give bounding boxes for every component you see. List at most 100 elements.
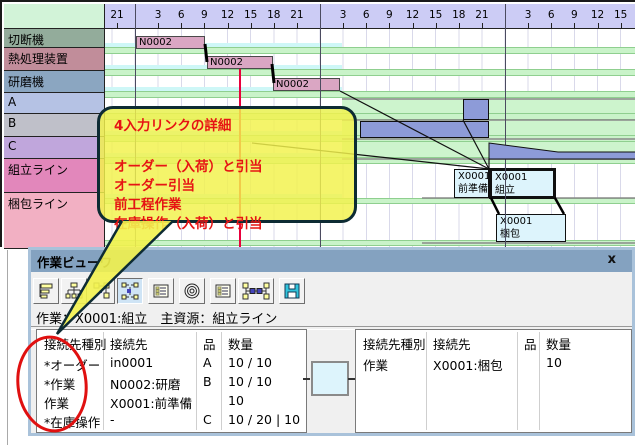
tick-label: 6	[363, 9, 370, 21]
tick-mark	[574, 23, 575, 28]
input-links-table: 接続先種別 接続先 品 数量 *オーダー in0001 A 10 / 10 *作…	[36, 329, 307, 433]
table-row[interactable]: 作業 X0001:前準備 10	[37, 391, 306, 410]
close-icon[interactable]: x	[608, 252, 616, 267]
operation-form-button-2[interactable]	[210, 278, 236, 304]
tick-label: 9	[386, 9, 393, 21]
tick-mark	[436, 23, 437, 28]
org-chart-button[interactable]	[61, 278, 87, 304]
gantt-bar-n0002-grind[interactable]: N0002	[273, 78, 340, 91]
tick-label: 6	[178, 9, 185, 21]
tick-mark	[413, 23, 414, 28]
timescale-header: 2136912151821369121518213691215	[105, 4, 635, 29]
tick-label: 9	[201, 9, 208, 21]
dialog-title: 作業ビューワ	[31, 252, 112, 271]
tick-label: 18	[267, 9, 280, 21]
gantt-bar-n0002-cut[interactable]: N0002	[136, 36, 205, 49]
upstream-link-button[interactable]	[89, 278, 115, 304]
tick-mark	[117, 23, 118, 28]
tick-mark	[621, 23, 622, 28]
node-connector	[348, 378, 355, 380]
annotation-line: 前工程作業	[114, 196, 354, 215]
operation-form-button[interactable]	[148, 278, 174, 304]
dialog-titlebar[interactable]: 作業ビューワ x	[31, 250, 632, 272]
resource-tree-button[interactable]	[33, 278, 59, 304]
tick-label: 15	[244, 9, 257, 21]
window-edge-line	[7, 250, 8, 445]
row-divider	[422, 242, 635, 244]
tick-label: 3	[155, 9, 162, 21]
row-separator-band	[105, 69, 635, 76]
integrated-view-button[interactable]	[117, 278, 143, 304]
operation-viewer-dialog: 作業ビューワ x	[28, 247, 635, 436]
operation-node[interactable]	[311, 361, 349, 396]
tick-mark	[181, 23, 182, 28]
row-divider	[342, 158, 635, 160]
tick-mark	[343, 23, 344, 28]
link-chart-button[interactable]	[238, 278, 274, 304]
table-row[interactable]: 作業 X0001:梱包 10	[356, 353, 631, 372]
tick-mark	[228, 23, 229, 28]
row-separator-band	[105, 91, 635, 98]
tick-label: 15	[429, 9, 442, 21]
tick-mark	[389, 23, 390, 28]
node-connector	[303, 378, 310, 380]
resource-row-label[interactable]: B	[4, 114, 105, 137]
tick-label: 18	[452, 9, 465, 21]
tick-mark	[551, 23, 552, 28]
dispatch-target-button[interactable]	[179, 278, 205, 304]
tick-label: 12	[406, 9, 419, 21]
org-chart-icon	[65, 282, 83, 300]
resource-row-label[interactable]: 梱包ライン	[4, 193, 105, 249]
annotation-line: オーダー（入荷）と引当	[114, 158, 354, 177]
operation-info-line: 作業：X0001:組立 主資源：組立ライン	[36, 308, 277, 327]
tick-label: 6	[548, 9, 555, 21]
resource-row-label[interactable]: A	[4, 93, 105, 114]
op-box-assembly[interactable]: X0001 組立	[489, 168, 556, 199]
save-button[interactable]	[279, 278, 305, 304]
tick-label: 21	[475, 9, 488, 21]
save-floppy-icon	[283, 282, 301, 300]
table-row[interactable]: *作業 N0002:研磨 B 10 / 10	[37, 372, 306, 391]
tick-mark	[204, 23, 205, 28]
resource-row-label[interactable]: 切断機	[4, 29, 105, 48]
tick-mark	[274, 23, 275, 28]
tick-label: 9	[571, 9, 578, 21]
order-mark-b[interactable]	[360, 121, 489, 138]
output-links-table: 接続先種別 接続先 品 数量 作業 X0001:梱包 10	[355, 329, 632, 433]
annotation-line: 在庫操作（入荷）と引当	[114, 215, 354, 234]
op-box-packing[interactable]: X0001 梱包	[496, 214, 566, 242]
upstream-link-icon	[93, 282, 111, 300]
table-row[interactable]: *在庫操作 - C 10 / 20 | 10	[37, 410, 306, 429]
gantt-bar-n0002-heat[interactable]: N0002	[207, 56, 273, 69]
resource-row-label[interactable]: 研磨機	[4, 71, 105, 93]
tick-mark	[528, 23, 529, 28]
tick-mark	[158, 23, 159, 28]
annotation-balloon: 4入力リンクの詳細 オーダー（入荷）と引当 オーダー引当 前工程作業 在庫操作（…	[97, 106, 357, 223]
tick-label: 3	[525, 9, 532, 21]
target-icon	[183, 282, 201, 300]
tick-mark	[366, 23, 367, 28]
tick-mark	[297, 23, 298, 28]
table-header-row: 接続先種別 接続先 品 数量	[356, 332, 631, 351]
tick-label: 12	[221, 9, 234, 21]
resource-column-header	[4, 4, 105, 29]
resource-row-label[interactable]: C	[4, 137, 105, 159]
resource-tree-icon	[37, 282, 55, 300]
table-header-row: 接続先種別 接続先 品 数量	[37, 332, 306, 351]
operation-form-icon	[214, 282, 232, 300]
dialog-toolbar	[33, 276, 307, 306]
tick-label: 3	[340, 9, 347, 21]
table-row[interactable]: *オーダー in0001 A 10 / 10	[37, 353, 306, 372]
integrated-view-icon	[121, 282, 139, 300]
tick-mark	[598, 23, 599, 28]
tick-label: 12	[591, 9, 604, 21]
resource-row-label[interactable]: 組立ライン	[4, 159, 105, 193]
day-boundary	[505, 4, 506, 249]
tick-mark	[251, 23, 252, 28]
tick-label: 21	[290, 9, 303, 21]
op-box-prep[interactable]: X0001 前準備	[454, 169, 489, 198]
resource-row-label[interactable]: 熱処理装置	[4, 48, 105, 71]
order-mark-a[interactable]	[463, 99, 489, 120]
operation-form-icon	[152, 282, 170, 300]
annotation-title: 4入力リンクの詳細	[114, 114, 354, 134]
